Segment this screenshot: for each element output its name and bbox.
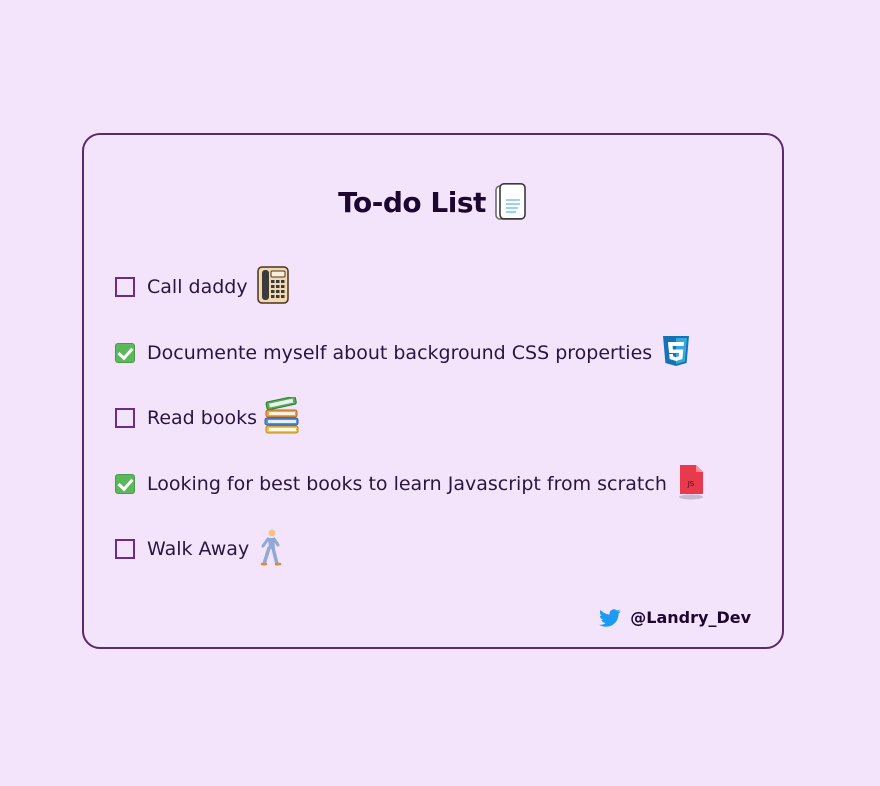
twitter-bird-icon[interactable]	[599, 608, 621, 627]
books-icon	[262, 395, 302, 439]
list-item: Read books	[115, 395, 705, 439]
task-label: Read books	[147, 407, 257, 429]
list-item: Looking for best books to learn Javascri…	[115, 464, 705, 504]
js-file-icon: JS	[677, 464, 705, 504]
walking-person-icon	[257, 528, 283, 570]
list-item: Documente myself about background CSS pr…	[115, 333, 705, 373]
list-item: Walk Away	[115, 529, 705, 569]
task-checkbox-checked[interactable]	[115, 473, 135, 494]
todo-card: To-do List Call daddy Documente myself a…	[82, 133, 784, 649]
memo-notepad-icon	[494, 183, 528, 221]
telephone-icon	[256, 266, 290, 308]
author-credit: @Landry_Dev	[599, 608, 751, 627]
svg-text:JS: JS	[687, 480, 695, 488]
task-checkbox[interactable]	[115, 539, 135, 559]
css3-icon	[662, 335, 690, 371]
task-label: Documente myself about background CSS pr…	[147, 341, 653, 364]
twitter-handle[interactable]: @Landry_Dev	[630, 608, 751, 627]
task-label: Walk Away	[147, 538, 250, 560]
task-label: Call daddy	[147, 276, 248, 298]
task-checkbox[interactable]	[115, 277, 135, 297]
title-row: To-do List	[84, 183, 782, 221]
task-label: Looking for best books to learn Javascri…	[147, 472, 667, 495]
task-checkbox[interactable]	[115, 408, 135, 428]
todo-list: Call daddy Documente myself about backgr…	[115, 266, 705, 595]
list-item: Call daddy	[115, 266, 705, 308]
page-title: To-do List	[338, 185, 486, 219]
task-checkbox-checked[interactable]	[115, 342, 135, 363]
